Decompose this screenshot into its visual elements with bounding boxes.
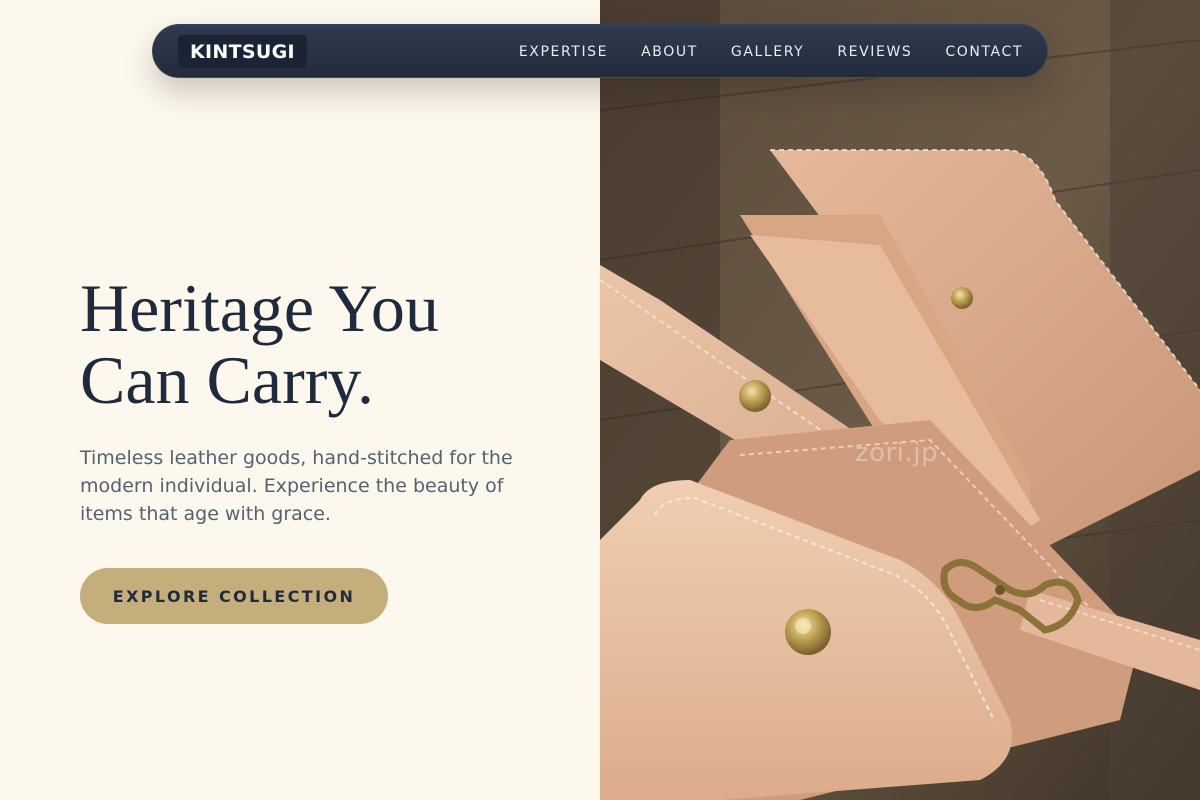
image-watermark: zori.jp [855,438,938,468]
hero-image: zori.jp [600,0,1200,800]
nav-link-about[interactable]: ABOUT [641,44,698,60]
nav-link-contact[interactable]: CONTACT [945,44,1023,60]
brand-logo[interactable]: KINTSUGI [178,35,307,68]
nav-links: EXPERTISE ABOUT GALLERY REVIEWS CONTACT [519,25,1023,79]
hero-text-panel: Heritage You Can Carry. Timeless leather… [0,0,600,800]
explore-collection-button[interactable]: EXPLORE COLLECTION [80,568,388,624]
hero-title-line-2: Can Carry. [80,342,374,418]
hero-description: Timeless leather goods, hand-stitched fo… [80,447,513,525]
nav-link-gallery[interactable]: GALLERY [731,44,804,60]
hero-title-line-1: Heritage You [80,270,439,346]
nav-link-expertise[interactable]: EXPERTISE [519,44,608,60]
nav-link-reviews[interactable]: REVIEWS [837,44,912,60]
top-navbar: KINTSUGI EXPERTISE ABOUT GALLERY REVIEWS… [152,24,1048,78]
leather-goods-photo [600,0,1200,800]
hero-title: Heritage You Can Carry. [80,272,560,416]
